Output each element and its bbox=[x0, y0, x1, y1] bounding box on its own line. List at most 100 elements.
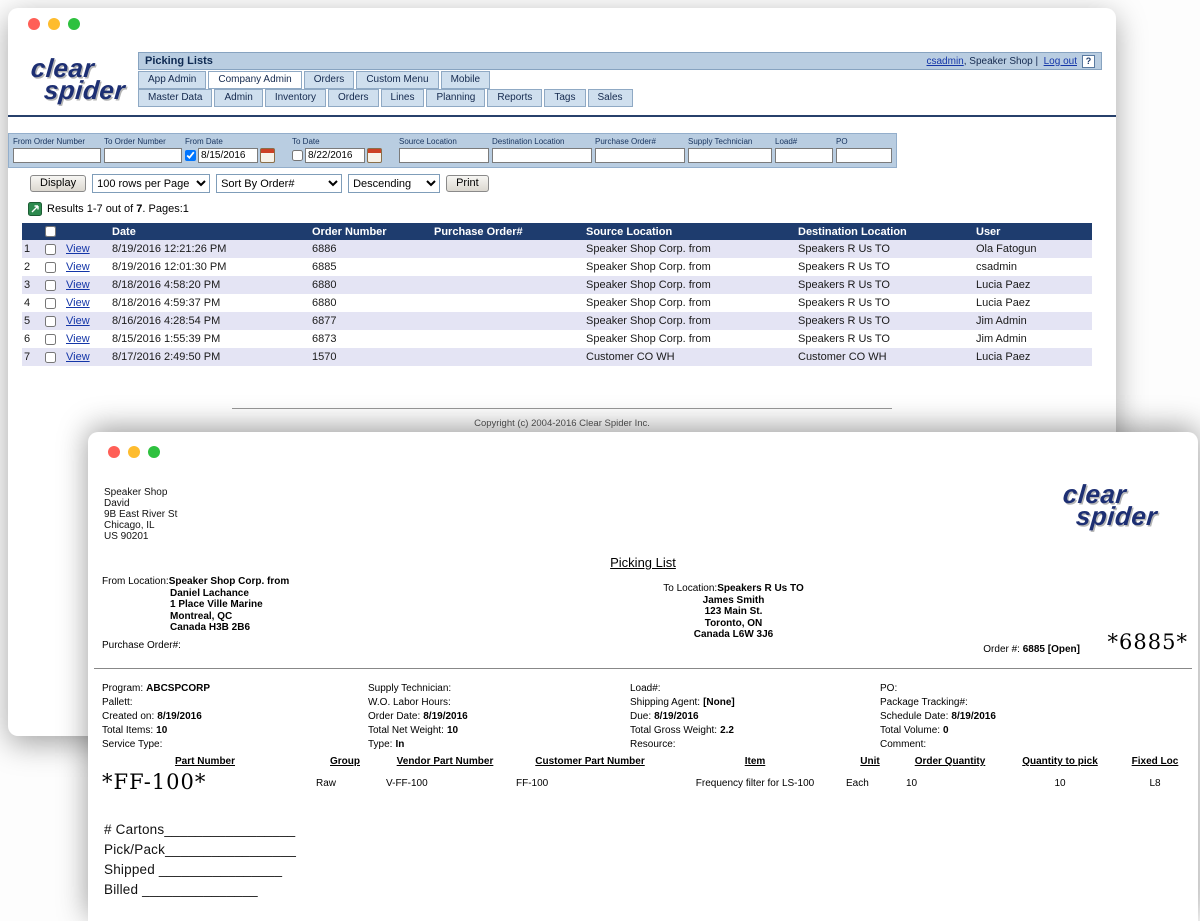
detail-field: Total Net Weight:10 bbox=[368, 724, 630, 738]
to-location-name: Speakers R Us TO bbox=[717, 583, 804, 594]
rows-per-page-select[interactable]: 100 rows per Page bbox=[92, 174, 210, 193]
to-date-input[interactable] bbox=[305, 148, 365, 163]
supply-technician-input[interactable] bbox=[688, 148, 772, 163]
view-link[interactable]: View bbox=[66, 351, 90, 363]
table-row: 2 View 8/19/2016 12:01:30 PM 6885 Speake… bbox=[22, 258, 1092, 276]
cell-user: Lucia Paez bbox=[972, 279, 1092, 291]
tab[interactable]: Orders bbox=[304, 71, 355, 89]
user-link[interactable]: csadmin bbox=[927, 56, 964, 67]
minimize-button[interactable] bbox=[48, 18, 60, 30]
col-header-date[interactable]: Date bbox=[108, 226, 308, 238]
filter-label: PO bbox=[836, 137, 892, 146]
view-link[interactable]: View bbox=[66, 297, 90, 309]
tab[interactable]: Planning bbox=[426, 89, 485, 107]
tab[interactable]: Inventory bbox=[265, 89, 326, 107]
order-details: Program:ABCSPCORPPallett:Created on:8/19… bbox=[102, 682, 1194, 752]
help-icon[interactable]: ? bbox=[1082, 55, 1095, 68]
sort-direction-select[interactable]: Descending bbox=[348, 174, 440, 193]
destination-location-input[interactable] bbox=[492, 148, 592, 163]
zoom-button[interactable] bbox=[68, 18, 80, 30]
detail-field: Service Type: bbox=[102, 738, 368, 752]
view-link[interactable]: View bbox=[66, 243, 90, 255]
row-checkbox[interactable] bbox=[45, 334, 56, 345]
order-barcode: *6885* bbox=[1108, 630, 1188, 654]
clear-spider-logo: clear spider bbox=[1060, 484, 1160, 528]
logo-text-spider: spider bbox=[1075, 506, 1158, 528]
cell-destination-location: Speakers R Us TO bbox=[794, 333, 972, 345]
tab[interactable]: Reports bbox=[487, 89, 542, 107]
close-button[interactable] bbox=[28, 18, 40, 30]
tab[interactable]: Company Admin bbox=[208, 71, 301, 89]
view-link[interactable]: View bbox=[66, 315, 90, 327]
row-checkbox[interactable] bbox=[45, 262, 56, 273]
filter-label: To Order Number bbox=[104, 137, 182, 146]
row-checkbox-cell bbox=[38, 280, 62, 291]
page-header-bar: Picking Lists csadmin, Speaker Shop | Lo… bbox=[138, 52, 1102, 70]
from-order-number-input[interactable] bbox=[13, 148, 101, 163]
from-date-checkbox[interactable] bbox=[185, 150, 196, 161]
load-input[interactable] bbox=[775, 148, 833, 163]
view-link[interactable]: View bbox=[66, 261, 90, 273]
row-checkbox[interactable] bbox=[45, 280, 56, 291]
tab[interactable]: Tags bbox=[544, 89, 585, 107]
po-input[interactable] bbox=[836, 148, 892, 163]
col-header-order-number[interactable]: Order Number bbox=[308, 226, 430, 238]
tab[interactable]: Custom Menu bbox=[356, 71, 438, 89]
row-checkbox[interactable] bbox=[45, 316, 56, 327]
col-header-purchase-order[interactable]: Purchase Order# bbox=[430, 226, 582, 238]
cell-destination-location: Speakers R Us TO bbox=[794, 243, 972, 255]
logout-link[interactable]: Log out bbox=[1044, 56, 1077, 67]
header-divider bbox=[8, 115, 1116, 117]
zoom-button[interactable] bbox=[148, 446, 160, 458]
col-header-source-location[interactable]: Source Location bbox=[582, 226, 794, 238]
from-date-input[interactable] bbox=[198, 148, 258, 163]
details-column-3: Load#:Shipping Agent:[None]Due:8/19/2016… bbox=[630, 682, 880, 752]
tab[interactable]: App Admin bbox=[138, 71, 206, 89]
filter-label: Destination Location bbox=[492, 137, 592, 146]
from-location-address: Daniel Lachance1 Place Ville MarineMontr… bbox=[170, 588, 289, 634]
col-header-user[interactable]: User bbox=[972, 226, 1092, 238]
to-date-checkbox[interactable] bbox=[292, 150, 303, 161]
row-checkbox[interactable] bbox=[45, 298, 56, 309]
items-col-header: Item bbox=[670, 756, 840, 767]
sort-by-select[interactable]: Sort By Order# bbox=[216, 174, 342, 193]
tab[interactable]: Sales bbox=[588, 89, 633, 107]
results-summary: Results 1-7 out of 7. Pages:1 bbox=[28, 202, 189, 216]
display-button[interactable]: Display bbox=[30, 175, 86, 192]
cell-source-location: Speaker Shop Corp. from bbox=[582, 243, 794, 255]
tab[interactable]: Orders bbox=[328, 89, 379, 107]
cell-order-number: 1570 bbox=[308, 351, 430, 363]
detail-field: Comment: bbox=[880, 738, 1194, 752]
col-header-destination-location[interactable]: Destination Location bbox=[794, 226, 972, 238]
address-line: James Smith bbox=[636, 595, 831, 607]
logo-text-spider: spider bbox=[43, 80, 126, 102]
address-line: Canada L6W 3J6 bbox=[636, 629, 831, 641]
row-checkbox[interactable] bbox=[45, 244, 56, 255]
tab[interactable]: Mobile bbox=[441, 71, 490, 89]
cell-source-location: Speaker Shop Corp. from bbox=[582, 333, 794, 345]
view-link[interactable]: View bbox=[66, 279, 90, 291]
items-col-header: Part Number bbox=[100, 756, 310, 767]
calendar-icon[interactable] bbox=[367, 148, 382, 163]
export-excel-icon[interactable] bbox=[28, 202, 42, 216]
purchase-order-input[interactable] bbox=[595, 148, 685, 163]
calendar-icon[interactable] bbox=[260, 148, 275, 163]
address-line: 123 Main St. bbox=[636, 606, 831, 618]
tally-line: # Cartons_________________ bbox=[104, 820, 296, 840]
print-button[interactable]: Print bbox=[446, 175, 489, 192]
tab[interactable]: Lines bbox=[381, 89, 425, 107]
view-link[interactable]: View bbox=[66, 333, 90, 345]
row-number: 5 bbox=[22, 315, 38, 327]
source-location-input[interactable] bbox=[399, 148, 489, 163]
row-checkbox[interactable] bbox=[45, 352, 56, 363]
row-checkbox-cell bbox=[38, 244, 62, 255]
close-button[interactable] bbox=[108, 446, 120, 458]
address-line: 1 Place Ville Marine bbox=[170, 599, 289, 611]
picking-lists-table: Date Order Number Purchase Order# Source… bbox=[22, 223, 1092, 366]
minimize-button[interactable] bbox=[128, 446, 140, 458]
to-order-number-input[interactable] bbox=[104, 148, 182, 163]
cell-source-location: Speaker Shop Corp. from bbox=[582, 279, 794, 291]
tab[interactable]: Admin bbox=[214, 89, 262, 107]
select-all-checkbox[interactable] bbox=[45, 226, 56, 237]
tab[interactable]: Master Data bbox=[138, 89, 212, 107]
